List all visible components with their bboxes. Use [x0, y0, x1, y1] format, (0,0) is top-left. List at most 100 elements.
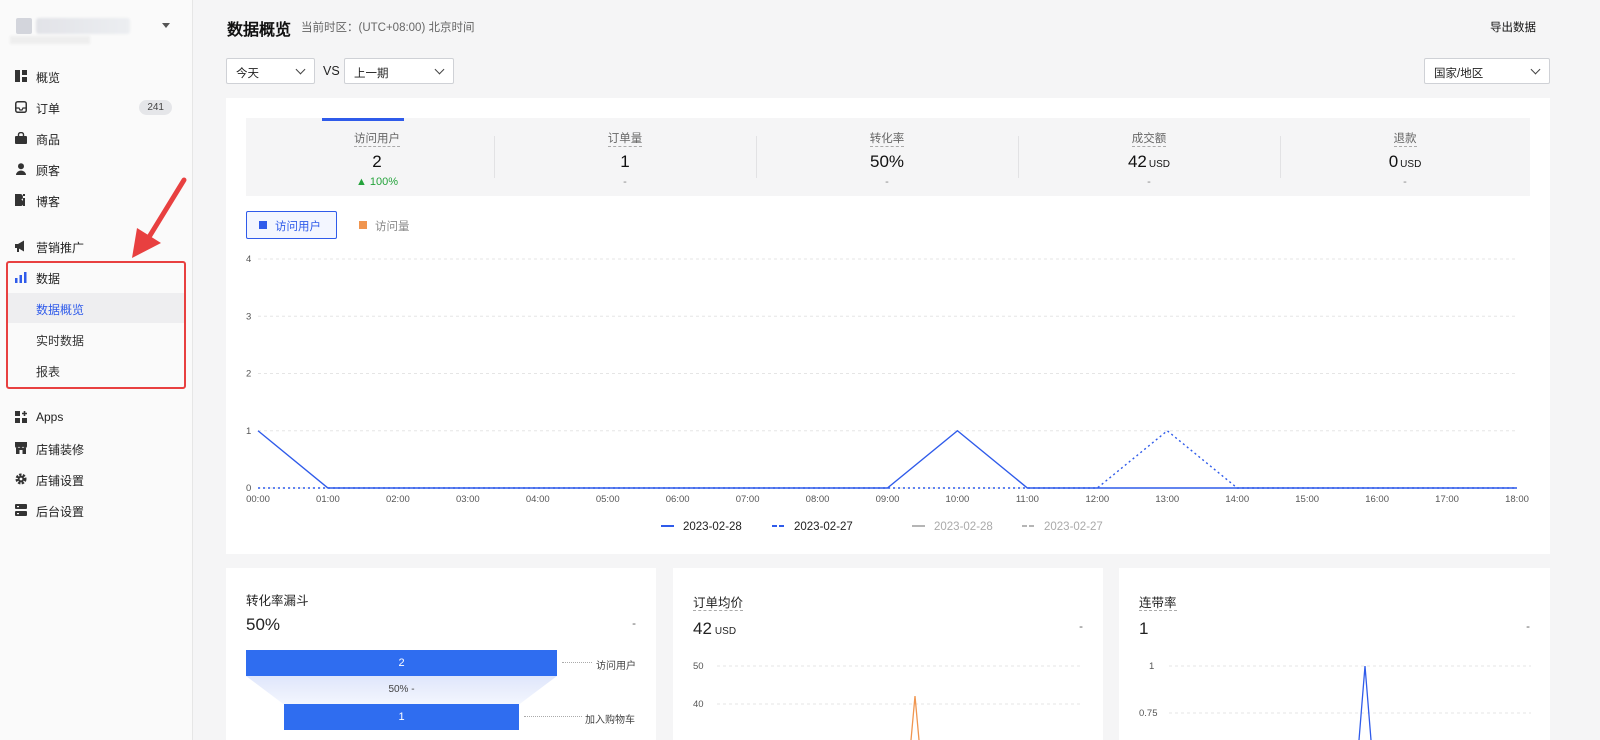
attach-rate-card: 连带率 1 - 1 0.75 — [1119, 568, 1550, 740]
bag-icon — [15, 132, 27, 144]
sidebar-item-label: 数据 — [36, 272, 61, 286]
funnel-change: - — [632, 618, 636, 630]
attach-rate-series-line — [1358, 665, 1372, 740]
annotation-arrow-icon — [132, 177, 187, 258]
funnel-step-label: 加入购物车 — [585, 715, 635, 726]
period-select[interactable]: 今天 — [226, 58, 315, 84]
main-content: 数据概览 当前时区：(UTC+08:00) 北京时间 导出数据 今天 VS 上一… — [193, 0, 1600, 740]
chevron-down-icon — [295, 64, 306, 75]
sidebar-item-store-settings[interactable]: 店铺设置 — [0, 464, 190, 494]
legend-label: 2023-02-27 — [1044, 521, 1103, 533]
sidebar-item-label: 店铺装修 — [36, 443, 85, 457]
timezone-label: 当前时区：(UTC+08:00) 北京时间 — [301, 22, 475, 34]
series-line-1 — [258, 429, 1517, 489]
y-tick-label: 2 — [246, 369, 251, 380]
x-tick-label: 10:00 — [946, 494, 970, 505]
sidebar-item-orders[interactable]: 订单 241 — [0, 92, 190, 122]
funnel-step-value: 1 — [398, 711, 405, 723]
export-data-button[interactable]: 导出数据 — [1490, 19, 1536, 35]
visitors-line-chart: 0 1 2 3 4 00:00 01:00 02:00 03:00 04:00 05:00 06:00… — [246, 254, 1529, 533]
x-tick-label: 07:00 — [736, 494, 760, 505]
compare-select-value: 上一期 — [354, 68, 389, 80]
sidebar-item-overview[interactable]: 概览 — [0, 61, 190, 91]
sidebar-item-label: 数据概览 — [36, 303, 85, 317]
y-tick-label: 0 — [246, 483, 251, 494]
y-tick-label: 1 — [246, 426, 251, 437]
sidebar-item-label: 博客 — [36, 195, 61, 209]
legend-label: 2023-02-27 — [794, 521, 853, 533]
region-select-value: 国家/地区 — [1434, 68, 1484, 80]
x-tick-label: 06:00 — [666, 494, 690, 505]
store-logo — [16, 18, 32, 34]
region-select[interactable]: 国家/地区 — [1424, 58, 1550, 84]
sidebar-item-apps[interactable]: Apps — [0, 402, 190, 432]
x-tick-label: 08:00 — [806, 494, 830, 505]
x-tick-label: 03:00 — [456, 494, 480, 505]
sidebar-item-store-design[interactable]: 店铺装修 — [0, 433, 190, 463]
megaphone-icon — [15, 240, 27, 252]
x-tick-label: 12:00 — [1085, 494, 1109, 505]
sidebar-item-label: Apps — [36, 410, 64, 424]
period-select-value: 今天 — [236, 68, 259, 80]
funnel-rate: 50% - — [388, 684, 415, 695]
vs-label: VS — [323, 64, 340, 78]
sidebar-subitem-reports[interactable]: 报表 — [0, 355, 190, 385]
attach-rate-line-chart: 1 0.75 — [1139, 661, 1531, 740]
sidebar-subitem-realtime[interactable]: 实时数据 — [0, 324, 190, 354]
dashboard-icon — [15, 70, 27, 82]
sidebar-item-label: 顾客 — [36, 164, 61, 178]
x-tick-label: 02:00 — [386, 494, 410, 505]
sidebar-item-label: 后台设置 — [36, 505, 85, 519]
sidebar: 概览 订单 241 商品 顾客 博客 营销推广 数据 数据概览 实时数据 报表 … — [0, 0, 193, 740]
sidebar-item-label: 实时数据 — [36, 334, 85, 348]
page-title: 数据概览 — [227, 22, 292, 39]
sidebar-item-admin-settings[interactable]: 后台设置 — [0, 495, 190, 525]
aov-card: 订单均价 42 USD - 50 40 — [673, 568, 1103, 740]
x-tick-label: 11:00 — [1016, 494, 1039, 505]
store-switcher[interactable] — [10, 12, 180, 44]
orders-count-badge: 241 — [139, 100, 172, 115]
funnel-step-bar[interactable]: 2 — [246, 650, 557, 676]
sidebar-item-label: 订单 — [36, 102, 61, 116]
x-tick-label: 16:00 — [1365, 494, 1389, 505]
y-tick-label: 50 — [693, 661, 704, 672]
aov-line-chart: 50 40 — [693, 661, 1083, 740]
x-tick-label: 15:00 — [1295, 494, 1319, 505]
sidebar-item-label: 店铺设置 — [36, 474, 85, 488]
sidebar-subitem-data-overview[interactable]: 数据概览 — [8, 293, 184, 323]
bar-chart-icon — [15, 271, 27, 283]
funnel-card: 转化率漏斗 50% - 2 访问用户 50% - 1 加入购物车 — [226, 568, 656, 740]
aov-series-line — [910, 695, 920, 740]
sidebar-item-label: 报表 — [36, 365, 61, 379]
apps-icon — [15, 411, 27, 423]
store-icon — [15, 442, 27, 454]
legend-label: 2023-02-28 — [683, 521, 742, 533]
sidebar-item-products[interactable]: 商品 — [0, 123, 190, 153]
user-icon — [15, 163, 27, 175]
x-tick-label: 13:00 — [1155, 494, 1179, 505]
legend-label: 2023-02-28 — [934, 521, 993, 533]
blog-icon — [15, 194, 27, 206]
gear-icon — [15, 473, 27, 485]
funnel-step-bar[interactable]: 1 — [284, 704, 519, 730]
y-tick-label: 1 — [1149, 661, 1154, 672]
leader-line — [562, 662, 592, 663]
y-tick-label: 0.75 — [1139, 708, 1158, 719]
series-line-0 — [257, 429, 1517, 489]
compare-select[interactable]: 上一期 — [344, 58, 454, 84]
x-tick-label: 00:00 — [246, 494, 270, 505]
sidebar-item-label: 商品 — [36, 133, 61, 147]
funnel-step-value: 2 — [398, 657, 405, 669]
overview-card: 访问用户 2 ▲ 100% 订单量 1 - 转化率 50% - 成交额 42 US… — [226, 98, 1550, 554]
store-name-blurred — [36, 18, 130, 34]
x-tick-label: 04:00 — [526, 494, 550, 505]
x-tick-label: 17:00 — [1435, 494, 1459, 505]
x-tick-label: 09:00 — [876, 494, 900, 505]
x-tick-label: 05:00 — [596, 494, 620, 505]
x-tick-label: 18:00 — [1505, 494, 1529, 505]
funnel-title: 转化率漏斗 — [246, 594, 309, 608]
inbox-icon — [15, 101, 27, 113]
chevron-down-icon — [434, 64, 445, 75]
funnel-step-label: 访问用户 — [596, 661, 636, 672]
sidebar-item-label: 营销推广 — [36, 241, 85, 255]
